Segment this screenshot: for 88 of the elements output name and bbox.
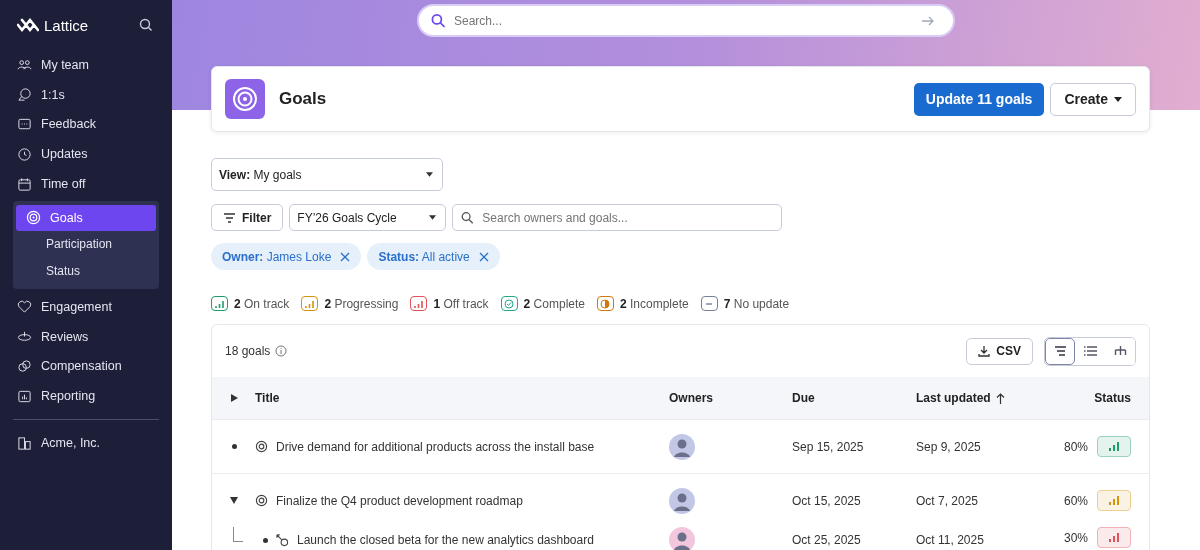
nav-icon bbox=[17, 117, 32, 132]
nav-icon bbox=[17, 176, 32, 192]
company-item[interactable]: Acme, Inc. bbox=[13, 428, 159, 458]
progress-percent: 60% bbox=[1063, 493, 1088, 508]
sort-arrow-icon bbox=[995, 392, 1005, 404]
status-count: 2 On track bbox=[234, 296, 290, 311]
cycle-dropdown[interactable]: FY’26 Goals Cycle bbox=[289, 204, 447, 231]
goal-title[interactable]: Launch the closed beta for the new analytics dashboard bbox=[297, 533, 594, 547]
search-field[interactable]: Search owners and goals... bbox=[452, 204, 783, 231]
info-icon bbox=[275, 345, 288, 357]
caret-down-icon[interactable] bbox=[230, 497, 238, 504]
nav-item[interactable]: Compensation bbox=[13, 351, 159, 382]
search-field[interactable]: Search... bbox=[417, 4, 955, 37]
status-badge-icon bbox=[1097, 436, 1131, 457]
nav-icon bbox=[17, 358, 32, 374]
column-header[interactable]: Title bbox=[255, 391, 668, 405]
column-header[interactable]: Last updated bbox=[899, 391, 1038, 405]
nav-item[interactable]: 1:1s bbox=[13, 79, 159, 110]
status-badge-icon bbox=[1097, 527, 1131, 548]
close-icon[interactable] bbox=[478, 251, 489, 262]
filter-icon bbox=[223, 212, 236, 223]
avatar bbox=[669, 487, 695, 514]
nav-icon bbox=[17, 388, 32, 404]
search-icon bbox=[431, 13, 446, 28]
nav-subitem[interactable]: Participation bbox=[16, 231, 156, 258]
caret-down-icon bbox=[426, 172, 433, 177]
search-icon bbox=[461, 211, 475, 224]
target-icon bbox=[26, 210, 41, 226]
update-goals-button[interactable]: Update 11 goals bbox=[913, 82, 1045, 116]
target-icon bbox=[255, 494, 268, 507]
indented-list-icon bbox=[1053, 346, 1067, 356]
nav-item[interactable]: Engagement bbox=[13, 292, 159, 322]
caret-down-icon bbox=[1114, 96, 1122, 102]
last-updated-date: Oct 11, 2025 bbox=[915, 532, 985, 547]
due-date: Oct 15, 2025 bbox=[791, 493, 862, 508]
goal-title[interactable]: Drive demand for additional products across the install base bbox=[276, 439, 595, 454]
nav-item[interactable]: Time off bbox=[13, 169, 159, 199]
view-dropdown[interactable]: View: My goals bbox=[211, 158, 443, 191]
nav-subitem[interactable]: Status bbox=[16, 258, 156, 285]
search-icon[interactable] bbox=[139, 18, 153, 32]
app-name: Lattice bbox=[44, 16, 89, 34]
nav-item[interactable]: Reporting bbox=[13, 381, 159, 412]
csv-button[interactable]: CSV bbox=[966, 337, 1033, 365]
status-count: 2 Progressing bbox=[324, 296, 399, 311]
last-updated-date: Sep 9, 2025 bbox=[915, 439, 982, 454]
status-count: 2 Incomplete bbox=[620, 296, 689, 311]
download-icon bbox=[978, 345, 991, 357]
avatar bbox=[669, 527, 695, 550]
logo-icon bbox=[17, 17, 39, 33]
due-date: Sep 15, 2025 bbox=[791, 439, 865, 454]
nav-icon bbox=[17, 146, 32, 162]
nav-item[interactable]: Updates bbox=[13, 139, 159, 170]
status-count: 1 Off track bbox=[433, 296, 489, 311]
goal-title[interactable]: Finalize the Q4 product development roadmap bbox=[276, 493, 523, 508]
page-title: Goals bbox=[279, 89, 327, 109]
nav-icon bbox=[17, 299, 32, 315]
nav-item[interactable]: Reviews bbox=[13, 321, 159, 352]
nav-item[interactable]: Feedback bbox=[13, 109, 159, 140]
column-header[interactable]: Due bbox=[768, 391, 899, 405]
column-header[interactable]: Status bbox=[1038, 391, 1149, 405]
goal-count: 18 goals bbox=[225, 344, 271, 358]
nav-item[interactable]: My team bbox=[13, 50, 159, 80]
create-button[interactable]: Create bbox=[1050, 82, 1136, 116]
caret-down-icon bbox=[429, 215, 437, 220]
tree-line bbox=[233, 527, 243, 542]
filter-chip[interactable]: Status: All active bbox=[367, 243, 500, 270]
target-icon bbox=[255, 440, 268, 453]
branch-target-icon bbox=[276, 533, 289, 547]
progress-percent: 80% bbox=[1063, 439, 1088, 454]
building-icon bbox=[17, 435, 32, 451]
status-count: 7 No update bbox=[723, 296, 790, 311]
view-toggle-button[interactable] bbox=[1045, 337, 1075, 365]
avatar bbox=[669, 433, 695, 460]
column-header[interactable]: Owners bbox=[668, 391, 768, 405]
goals-icon bbox=[225, 79, 265, 119]
nav-icon bbox=[17, 87, 32, 103]
status-count: 2 Complete bbox=[523, 296, 585, 311]
due-date: Oct 25, 2025 bbox=[791, 532, 862, 547]
expand-all-icon[interactable] bbox=[230, 394, 238, 402]
status-badge-icon bbox=[1097, 490, 1131, 511]
list-icon bbox=[1083, 346, 1097, 356]
nav-item[interactable]: Goals bbox=[16, 205, 156, 231]
close-icon[interactable] bbox=[340, 251, 351, 262]
last-updated-date: Oct 7, 2025 bbox=[915, 493, 980, 508]
progress-percent: 30% bbox=[1063, 530, 1088, 545]
filter-chip[interactable]: Owner: James Loke bbox=[211, 243, 362, 270]
filter-button[interactable]: Filter bbox=[211, 204, 284, 231]
hierarchy-icon bbox=[1113, 346, 1127, 356]
